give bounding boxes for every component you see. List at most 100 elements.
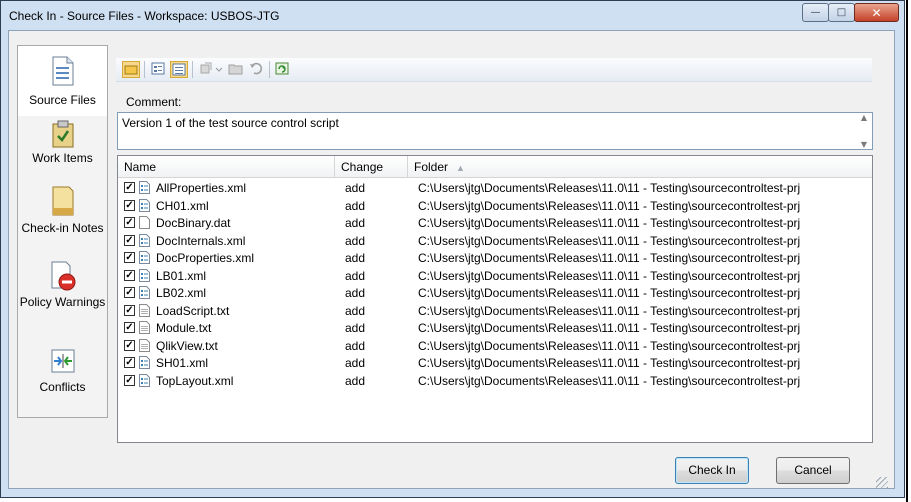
- row-checkbox[interactable]: ✓: [124, 234, 135, 246]
- table-row[interactable]: ✓ QlikView.txt add C:\Users\jtg\Documents\R…: [118, 338, 872, 356]
- table-row[interactable]: ✓ SH01.xml add C:\Users\jtg\Documents\Relea…: [118, 355, 872, 373]
- comment-label: Comment:: [126, 95, 182, 109]
- row-checkbox[interactable]: ✓: [124, 252, 135, 263]
- column-header-name[interactable]: Name: [118, 156, 335, 177]
- text-file-icon: [139, 321, 150, 334]
- folder-path: C:\Users\jtg\Documents\Releases\11.0\11 …: [418, 303, 801, 318]
- comment-text[interactable]: Version 1 of the test source control scr…: [122, 116, 339, 130]
- scroll-up-icon[interactable]: ▲: [861, 113, 867, 122]
- maximize-icon[interactable]: □: [828, 3, 855, 22]
- file-name: Module.txt: [156, 321, 212, 335]
- close-icon[interactable]: ✕: [854, 3, 899, 22]
- table-row[interactable]: ✓ LB02.xml add C:\Users\jtg\Documents\Relea…: [118, 285, 872, 303]
- file-name: AllProperties.xml: [156, 181, 247, 195]
- row-checkbox[interactable]: ✓: [124, 374, 135, 386]
- sidebar-item-checkin-notes[interactable]: Check-in Notes: [18, 182, 107, 256]
- undo-icon[interactable]: [248, 61, 266, 78]
- pending-changes-list: Name Change Folder ▲ ✓ AllProperties.xml ad…: [117, 155, 873, 443]
- folder-path: C:\Users\jtg\Documents\Releases\11.0\11 …: [418, 198, 801, 213]
- table-row[interactable]: ✓ CH01.xml add C:\Users\jtg\Documents\Relea…: [118, 198, 872, 216]
- row-checkbox[interactable]: ✓: [124, 269, 135, 281]
- list-view-icon[interactable]: [170, 61, 188, 78]
- table-row[interactable]: ✓ Module.txt add C:\Users\jtg\Documents\Rel…: [118, 320, 872, 338]
- table-row[interactable]: ✓ TopLayout.xml add C:\Users\jtg\Documents\…: [118, 373, 872, 391]
- window-edge: [906, 0, 908, 502]
- column-header-folder[interactable]: Folder ▲: [408, 156, 867, 177]
- folder-path: C:\Users\jtg\Documents\Releases\11.0\11 …: [418, 268, 801, 283]
- folder-path: C:\Users\jtg\Documents\Releases\11.0\11 …: [418, 321, 801, 335]
- row-checkbox[interactable]: ✓: [124, 357, 135, 368]
- work-items-icon: [52, 120, 73, 148]
- folder-path: C:\Users\jtg\Documents\Releases\11.0\11 …: [418, 373, 801, 388]
- change-type: add: [345, 373, 366, 388]
- table-row[interactable]: ✓ AllProperties.xml add C:\Users\jtg\Docume…: [118, 180, 872, 198]
- change-type: add: [345, 216, 366, 230]
- list-rows: ✓ AllProperties.xml add C:\Users\jtg\Docume…: [118, 180, 872, 390]
- row-checkbox[interactable]: ✓: [124, 339, 135, 351]
- change-type: add: [345, 198, 366, 213]
- xml-file-icon: [139, 181, 150, 194]
- window-controls: — □ ✕: [802, 3, 899, 23]
- flat-view-icon[interactable]: [150, 61, 168, 78]
- change-type: add: [345, 251, 366, 265]
- sort-ascending-icon: ▲: [456, 163, 465, 173]
- checkin-notes-icon: [52, 186, 73, 216]
- sidebar-item-work-items[interactable]: Work Items: [18, 116, 107, 180]
- folder-path: C:\Users\jtg\Documents\Releases\11.0\11 …: [418, 216, 801, 230]
- folder-path: C:\Users\jtg\Documents\Releases\11.0\11 …: [418, 338, 801, 353]
- change-type: add: [345, 233, 366, 248]
- conflicts-icon: [51, 349, 74, 373]
- sidebar-item-policy-warnings[interactable]: Policy Warnings: [18, 258, 107, 338]
- scroll-down-icon[interactable]: ▼: [861, 140, 867, 149]
- xml-file-icon: [139, 373, 150, 387]
- change-type: add: [345, 268, 366, 283]
- row-checkbox[interactable]: ✓: [124, 322, 135, 333]
- check-in-button[interactable]: Check In: [675, 457, 749, 484]
- row-checkbox[interactable]: ✓: [124, 304, 135, 316]
- change-type: add: [345, 338, 366, 353]
- text-file-icon: [139, 338, 150, 352]
- table-row[interactable]: ✓ LoadScript.txt add C:\Users\jtg\Documents…: [118, 303, 872, 321]
- table-row[interactable]: ✓ DocInternals.xml add C:\Users\jtg\Documen…: [118, 233, 872, 251]
- compare-icon[interactable]: [198, 61, 224, 78]
- sidebar-item-label: Conflicts: [39, 380, 86, 394]
- cancel-button[interactable]: Cancel: [776, 457, 850, 484]
- list-header: Name Change Folder ▲: [118, 156, 872, 178]
- comment-view-icon[interactable]: [122, 61, 140, 78]
- window-title: Check In - Source Files - Workspace: USB…: [9, 9, 280, 23]
- resize-grip[interactable]: [876, 477, 888, 489]
- change-type: add: [345, 321, 366, 335]
- row-checkbox[interactable]: ✓: [124, 217, 135, 228]
- xml-file-icon: [139, 233, 150, 247]
- file-name: LoadScript.txt: [156, 303, 230, 318]
- table-row[interactable]: ✓ LB01.xml add C:\Users\jtg\Documents\Relea…: [118, 268, 872, 286]
- table-row[interactable]: ✓ DocProperties.xml add C:\Users\jtg\Docume…: [118, 250, 872, 268]
- open-folder-icon[interactable]: [228, 61, 246, 78]
- sidebar-item-conflicts[interactable]: Conflicts: [18, 344, 107, 404]
- file-name: CH01.xml: [156, 198, 209, 213]
- comment-field[interactable]: Version 1 of the test source control scr…: [117, 112, 873, 150]
- sidebar-item-source-files[interactable]: Source Files: [18, 46, 107, 116]
- xml-file-icon: [139, 286, 150, 299]
- xml-file-icon: [139, 198, 150, 212]
- file-name: LB02.xml: [156, 286, 207, 300]
- file-name: DocBinary.dat: [156, 216, 231, 230]
- file-name: TopLayout.xml: [156, 373, 234, 388]
- title-bar[interactable]: Check In - Source Files - Workspace: USB…: [1, 1, 904, 31]
- sidebar-item-label: Source Files: [29, 93, 96, 107]
- comment-scrollbar[interactable]: ▲ ▼: [856, 113, 872, 149]
- row-checkbox[interactable]: ✓: [124, 287, 135, 298]
- sidebar-item-label: Check-in Notes: [21, 221, 104, 235]
- folder-path: C:\Users\jtg\Documents\Releases\11.0\11 …: [418, 233, 801, 248]
- change-type: add: [345, 303, 366, 318]
- column-header-change[interactable]: Change: [335, 156, 408, 177]
- refresh-icon[interactable]: [274, 61, 292, 78]
- folder-path: C:\Users\jtg\Documents\Releases\11.0\11 …: [418, 356, 801, 370]
- change-type: add: [345, 181, 366, 195]
- minimize-icon[interactable]: —: [802, 3, 829, 22]
- table-row[interactable]: ✓ DocBinary.dat add C:\Users\jtg\Documents\…: [118, 215, 872, 233]
- folder-path: C:\Users\jtg\Documents\Releases\11.0\11 …: [418, 181, 801, 195]
- row-checkbox[interactable]: ✓: [124, 182, 135, 193]
- toolbar: [116, 58, 872, 82]
- row-checkbox[interactable]: ✓: [124, 199, 135, 211]
